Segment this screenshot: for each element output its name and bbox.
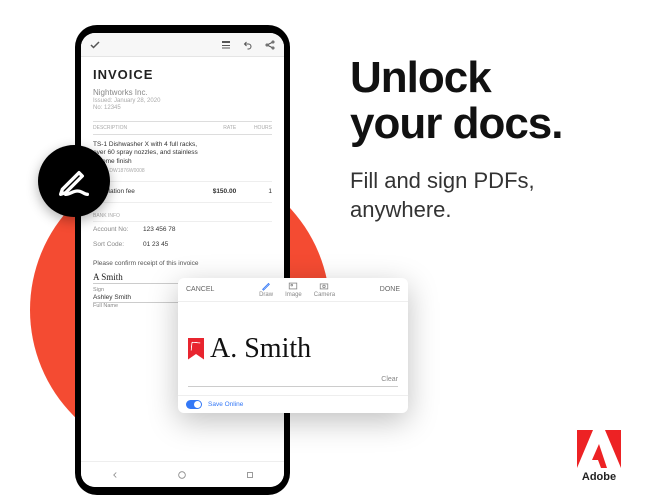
camera-tab[interactable]: Camera: [314, 281, 335, 298]
signature-line: [188, 386, 398, 387]
adobe-brand: Adobe: [577, 430, 621, 483]
adobe-wordmark: Adobe: [582, 471, 616, 483]
invoice-number: No: 12345: [93, 105, 272, 111]
form-icon[interactable]: [220, 39, 232, 51]
signature-panel: CANCEL Draw Image Camera DONE A. Smith C…: [178, 278, 408, 413]
done-button[interactable]: DONE: [380, 286, 400, 293]
save-online-toggle[interactable]: [186, 400, 202, 409]
signature-canvas[interactable]: A. Smith Clear: [178, 302, 408, 395]
items-header: DESCRIPTION RATE HOURS: [93, 121, 272, 135]
subheadline: Fill and sign PDFs, anywhere.: [350, 167, 563, 224]
fullname-label: Full Name: [93, 303, 180, 309]
done-check-icon[interactable]: [89, 39, 101, 51]
line-item: TS-1 Dishwasher X with 4 full racks, ove…: [93, 135, 272, 182]
company-name: Nightworks Inc.: [93, 88, 272, 97]
undo-icon[interactable]: [242, 39, 254, 51]
confirm-text: Please confirm receipt of this invoice: [93, 260, 272, 267]
draw-tab[interactable]: Draw: [259, 281, 273, 298]
signature-value: A. Smith: [210, 333, 311, 365]
nav-recent-icon[interactable]: [245, 470, 255, 480]
pen-badge-icon: [38, 145, 110, 217]
nav-home-icon[interactable]: [177, 470, 187, 480]
app-toolbar: [81, 33, 284, 57]
phone-screen: INVOICE Nightworks Inc. Issued: January …: [81, 33, 284, 487]
nav-back-icon[interactable]: [110, 470, 120, 480]
marketing-copy: Unlock your docs. Fill and sign PDFs, an…: [350, 55, 563, 225]
name-field[interactable]: Ashley Smith: [93, 293, 180, 303]
adobe-bookmark-icon: [188, 338, 204, 360]
line-item: Installation fee $150.00 1: [93, 182, 272, 203]
invoice-title: INVOICE: [93, 67, 272, 82]
bank-account: Account No:123 456 78: [93, 222, 272, 237]
issued-date: Issued: January 28, 2020: [93, 98, 272, 104]
save-online-label: Save Online: [208, 401, 243, 408]
adobe-logo-icon: [577, 430, 621, 468]
share-icon[interactable]: [264, 39, 276, 51]
bottom-nav: [81, 461, 284, 487]
phone-frame: INVOICE Nightworks Inc. Issued: January …: [75, 25, 290, 495]
bank-section-label: BANK INFO: [93, 213, 272, 222]
bank-sort: Sort Code:01 23 45: [93, 237, 272, 252]
clear-button[interactable]: Clear: [381, 376, 398, 383]
headline: Unlock your docs.: [350, 55, 563, 147]
cancel-button[interactable]: CANCEL: [186, 286, 214, 293]
image-tab[interactable]: Image: [285, 281, 302, 298]
